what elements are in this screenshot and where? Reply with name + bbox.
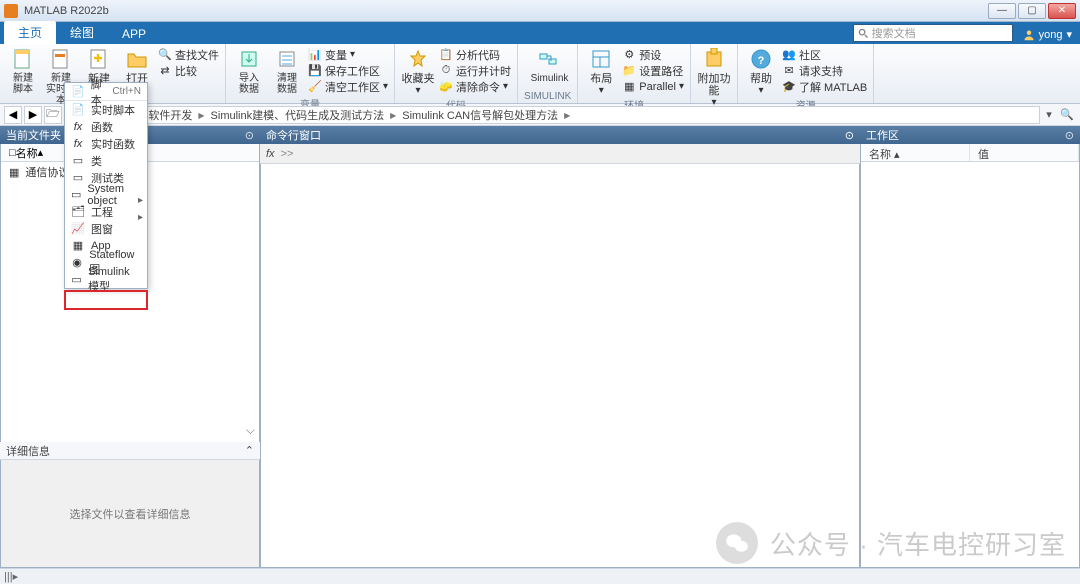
menu-item-project[interactable]: 🗂工程 — [65, 203, 147, 220]
doc-search-input[interactable]: 搜索文档 — [853, 24, 1013, 42]
ws-column-value[interactable]: 值 — [970, 144, 1079, 161]
tab-app[interactable]: APP — [108, 24, 160, 44]
maximize-button[interactable]: ▢ — [1018, 3, 1046, 19]
set-path-button[interactable]: 📁设置路径 — [622, 63, 684, 78]
clean-data-button[interactable]: 清理数据 — [270, 46, 304, 95]
address-bar: ◀ ▶ 🗁 🗀 VCU应用软件开发 Simulink建模、代码生成及测试方法 S… — [0, 104, 1080, 126]
clear-commands-button[interactable]: 🧽清除命令 ▾ — [439, 79, 511, 94]
request-support-button[interactable]: ✉请求支持 — [782, 63, 867, 78]
favorites-button[interactable]: 收藏夹▾ — [401, 46, 435, 96]
minimize-button[interactable]: — — [988, 3, 1016, 19]
details-panel: 选择文件以查看详细信息 — [0, 460, 260, 568]
svg-text:✚: ✚ — [93, 53, 102, 65]
new-script-button[interactable]: 新建脚本 — [6, 46, 40, 95]
excel-file-icon: ▦ — [9, 166, 19, 179]
ribbon: 新建脚本 新建实时脚本 ✚新建▾ 打开▾ 🔍查找文件 ⇄比较 文件 导入数据 清… — [0, 44, 1080, 104]
menu-item-script[interactable]: 📄脚本Ctrl+N — [65, 83, 147, 101]
variable-button[interactable]: 📊变量 ▾ — [308, 47, 388, 62]
menu-item-live-function[interactable]: fx实时函数 — [65, 135, 147, 152]
save-workspace-button[interactable]: 💾保存工作区 — [308, 63, 388, 78]
path-search-icon[interactable]: 🔍 — [1058, 106, 1076, 124]
breadcrumb-item[interactable]: Simulink建模、代码生成及测试方法 — [211, 107, 385, 123]
tab-plot[interactable]: 绘图 — [56, 21, 108, 44]
test-class-icon: ▭ — [71, 171, 85, 185]
matlab-logo-icon — [4, 4, 18, 18]
live-script-icon: 📄 — [71, 103, 85, 117]
workspace-panel: 名称 ▴ 值 — [860, 144, 1080, 568]
app-icon: ▦ — [71, 239, 85, 253]
addons-button[interactable]: 附加功能▾ — [697, 46, 731, 108]
simulink-button[interactable]: Simulink — [531, 46, 565, 84]
help-button[interactable]: ?帮助▾ — [744, 46, 778, 96]
status-bar: |||▸ — [0, 568, 1080, 584]
tab-home[interactable]: 主页 — [4, 21, 56, 44]
svg-text:?: ? — [758, 55, 765, 67]
search-icon — [858, 28, 869, 39]
new-dropdown-menu: 📄脚本Ctrl+N 📄实时脚本 fx函数 fx实时函数 ▭类 ▭测试类 ▭Sys… — [64, 82, 148, 289]
nav-up-button[interactable]: 🗁 — [44, 106, 62, 124]
toolstrip-tabs: 主页 绘图 APP 搜索文档 yong ▾ — [0, 22, 1080, 44]
layout-button[interactable]: 布局▾ — [584, 46, 618, 96]
class-icon: ▭ — [71, 154, 85, 168]
nav-fwd-button[interactable]: ▶ — [24, 106, 42, 124]
simulink-model-icon: ▭ — [71, 273, 82, 287]
function-icon: fx — [71, 120, 85, 134]
community-button[interactable]: 👥社区 — [782, 47, 867, 62]
analyze-code-button[interactable]: 📋分析代码 — [439, 47, 511, 62]
menu-item-simulink-model[interactable]: ▭Simulink 模型 — [65, 271, 147, 288]
system-object-icon: ▭ — [71, 188, 81, 202]
preferences-button[interactable]: ⚙预设 — [622, 47, 684, 62]
figure-icon: 📈 — [71, 222, 85, 236]
titlebar: MATLAB R2022b — ▢ ✕ — [0, 0, 1080, 22]
panel-menu-icon[interactable]: ⊙ — [845, 129, 854, 142]
panel-menu-icon[interactable]: ⊙ — [1065, 129, 1074, 142]
run-timer-button[interactable]: ⏱运行并计时 — [439, 63, 511, 78]
menu-item-live-script[interactable]: 📄实时脚本 — [65, 101, 147, 118]
close-button[interactable]: ✕ — [1048, 3, 1076, 19]
ws-column-name[interactable]: 名称 ▴ — [861, 144, 970, 161]
breadcrumb-item[interactable]: Simulink CAN信号解包处理方法 — [402, 107, 558, 123]
expand-icon[interactable]: ⌵ — [246, 423, 255, 438]
details-title[interactable]: 详细信息⌃ — [0, 442, 260, 460]
menu-item-function[interactable]: fx函数 — [65, 118, 147, 135]
menu-item-figure[interactable]: 📈图窗 — [65, 220, 147, 237]
path-dropdown[interactable]: ▾ — [1042, 108, 1056, 121]
command-window-body[interactable] — [260, 164, 860, 568]
menu-item-system-object[interactable]: ▭System object — [65, 186, 147, 203]
window-title: MATLAB R2022b — [24, 5, 988, 17]
command-window-title: 命令行窗口⊙ — [260, 126, 860, 144]
import-data-button[interactable]: 导入数据 — [232, 46, 266, 95]
project-icon: 🗂 — [71, 205, 85, 219]
clear-workspace-button[interactable]: 🧹清空工作区 ▾ — [308, 79, 388, 94]
parallel-button[interactable]: ▦Parallel ▾ — [622, 79, 684, 94]
user-menu[interactable]: yong ▾ — [1019, 28, 1080, 44]
compare-button[interactable]: ⇄比较 — [158, 63, 219, 78]
find-files-button[interactable]: 🔍查找文件 — [158, 47, 219, 62]
breadcrumb[interactable]: VCU应用软件开发 Simulink建模、代码生成及测试方法 Simulink … — [84, 106, 1040, 124]
menu-item-class[interactable]: ▭类 — [65, 152, 147, 169]
script-icon: 📄 — [71, 85, 85, 99]
live-function-icon: fx — [71, 137, 85, 151]
workspace-title: 工作区⊙ — [860, 126, 1080, 144]
nav-back-button[interactable]: ◀ — [4, 106, 22, 124]
learn-matlab-button[interactable]: 🎓了解 MATLAB — [782, 79, 867, 94]
user-icon — [1023, 29, 1035, 41]
stateflow-icon: ◉ — [71, 256, 83, 270]
panel-menu-icon[interactable]: ⊙ — [245, 129, 254, 142]
fx-bar[interactable]: fx>> — [260, 144, 860, 164]
